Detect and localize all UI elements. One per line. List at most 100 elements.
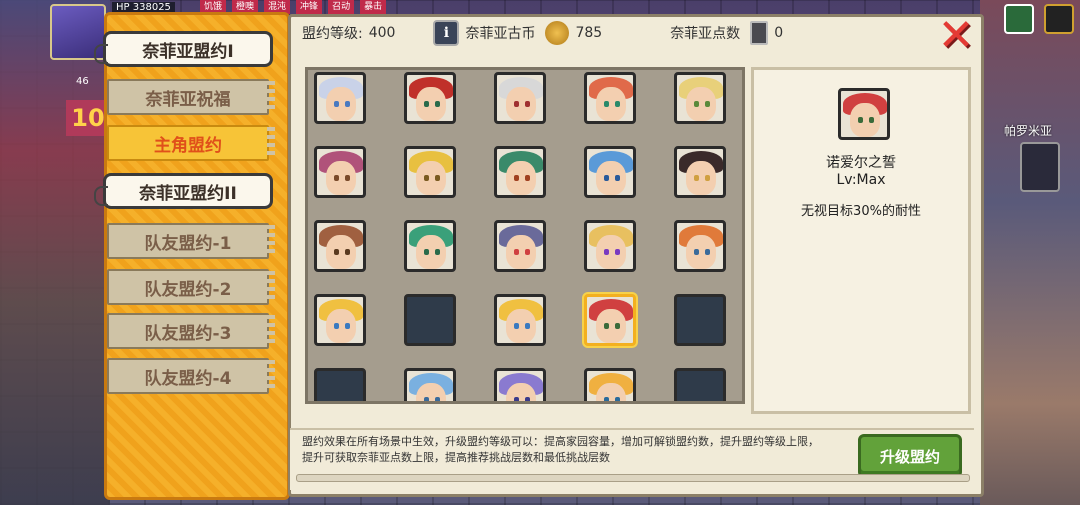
eye	[424, 175, 429, 181]
eye	[858, 117, 863, 123]
covenant-level: Lv:Max	[836, 172, 886, 188]
covenant-menu: 奈菲亚盟约I 奈菲亚祝福 主角盟约 奈菲亚盟约II 队友盟约-1 队友盟约-2 …	[94, 12, 290, 500]
status-tag: 冲锋	[296, 0, 323, 14]
info-icon[interactable]: i	[433, 20, 460, 46]
covenant-portrait[interactable]	[674, 146, 726, 198]
covenant-description: 无视目标30%的耐性	[801, 204, 921, 219]
covenant-name: 诺爱尔之誓	[826, 155, 896, 171]
eye	[435, 101, 440, 107]
points-stat: 奈菲亚点数 0	[670, 21, 783, 45]
face	[686, 235, 716, 269]
eye	[334, 175, 339, 181]
menu-item-teammate-4[interactable]: 队友盟约-4	[107, 358, 275, 394]
eye	[604, 175, 609, 181]
eye	[705, 249, 710, 255]
covenant-portrait[interactable]	[584, 220, 636, 272]
upgrade-covenant-button[interactable]: 升级盟约	[858, 434, 962, 478]
covenant-portrait[interactable]	[314, 220, 366, 272]
map-icon[interactable]	[1004, 4, 1034, 34]
covenant-portrait[interactable]	[314, 146, 366, 198]
menu-item-teammate-1[interactable]: 队友盟约-1	[107, 223, 275, 259]
points-value: 0	[774, 25, 784, 41]
covenant-portrait[interactable]	[674, 72, 726, 124]
eye	[604, 323, 609, 329]
menu-item-teammate-2[interactable]: 队友盟约-2	[107, 269, 275, 305]
portrait-grid	[305, 67, 745, 404]
covenant-portrait[interactable]	[584, 368, 636, 401]
eye	[525, 101, 530, 107]
eye	[435, 175, 440, 181]
menu-item-label: 队友盟约-3	[144, 323, 232, 344]
eye	[525, 397, 530, 401]
menu-item-nephia-blessing[interactable]: 奈菲亚祝福	[107, 79, 275, 115]
eye	[345, 175, 350, 181]
horizontal-scrollbar[interactable]	[296, 474, 970, 482]
face	[506, 161, 536, 195]
eye	[345, 101, 350, 107]
empty-covenant-slot[interactable]	[674, 368, 726, 401]
covenant-level-value: 400	[368, 25, 396, 41]
eye	[705, 175, 710, 181]
covenant-portrait[interactable]	[494, 72, 546, 124]
covenant-portrait[interactable]	[404, 368, 456, 401]
menu-item-nephia-covenant-1[interactable]: 奈菲亚盟约I	[94, 31, 273, 67]
eye	[869, 117, 874, 123]
eye	[424, 249, 429, 255]
face	[506, 383, 536, 401]
covenant-portrait[interactable]	[584, 72, 636, 124]
empty-covenant-slot[interactable]	[404, 294, 456, 346]
eye	[604, 249, 609, 255]
menu-item-hero-covenant[interactable]: 主角盟约	[107, 125, 275, 161]
eye	[514, 101, 519, 107]
face	[506, 87, 536, 121]
status-tag: 暴击	[360, 0, 387, 14]
face	[596, 309, 626, 343]
covenant-portrait[interactable]	[314, 72, 366, 124]
menu-item-nephia-covenant-2[interactable]: 奈菲亚盟约II	[94, 173, 273, 209]
eye	[345, 323, 350, 329]
eye	[615, 323, 620, 329]
eye	[694, 249, 699, 255]
phone-icon[interactable]	[1020, 142, 1060, 192]
face	[596, 161, 626, 195]
covenant-portrait[interactable]	[404, 146, 456, 198]
points-label: 奈菲亚点数	[670, 26, 741, 42]
eye	[514, 175, 519, 181]
covenant-portrait[interactable]	[494, 220, 546, 272]
covenant-portrait[interactable]	[584, 146, 636, 198]
covenant-portrait[interactable]	[674, 220, 726, 272]
covenant-portrait[interactable]	[494, 368, 546, 401]
face	[416, 383, 446, 401]
face	[686, 161, 716, 195]
exit-icon[interactable]	[1044, 4, 1074, 34]
coin-value: 785	[575, 25, 603, 41]
stats-bar: 盟约等级: 400 i 奈菲亚古币 785 奈菲亚点数 0	[290, 16, 910, 50]
eye	[334, 249, 339, 255]
empty-covenant-slot[interactable]	[674, 294, 726, 346]
covenant-portrait[interactable]	[314, 294, 366, 346]
face	[326, 309, 356, 343]
left-world-strip	[0, 0, 110, 505]
menu-item-label: 奈菲亚盟约II	[139, 183, 237, 204]
covenant-portrait[interactable]	[404, 220, 456, 272]
eye	[615, 397, 620, 401]
footer-panel: 盟约效果在所有场景中生效，升级盟约等级可以：提高家园容量，增加可解锁盟约数，提升…	[290, 428, 974, 490]
covenant-portrait[interactable]	[494, 294, 546, 346]
covenant-level-label: 盟约等级:	[302, 26, 363, 42]
menu-item-label: 队友盟约-4	[144, 368, 232, 389]
coin-stat: i 奈菲亚古币 785	[423, 20, 602, 46]
close-button[interactable]: ✕	[936, 14, 976, 58]
face	[506, 309, 536, 343]
covenant-portrait[interactable]	[584, 294, 636, 346]
face	[416, 235, 446, 269]
eye	[525, 323, 530, 329]
card-icon	[750, 21, 769, 45]
eye	[525, 175, 530, 181]
menu-item-label: 奈菲亚盟约I	[142, 41, 234, 62]
menu-item-teammate-3[interactable]: 队友盟约-3	[107, 313, 275, 349]
status-tag: 召动	[328, 0, 355, 14]
menu-item-label: 队友盟约-1	[144, 233, 232, 254]
covenant-portrait[interactable]	[404, 72, 456, 124]
empty-covenant-slot[interactable]	[314, 368, 366, 401]
covenant-portrait[interactable]	[494, 146, 546, 198]
